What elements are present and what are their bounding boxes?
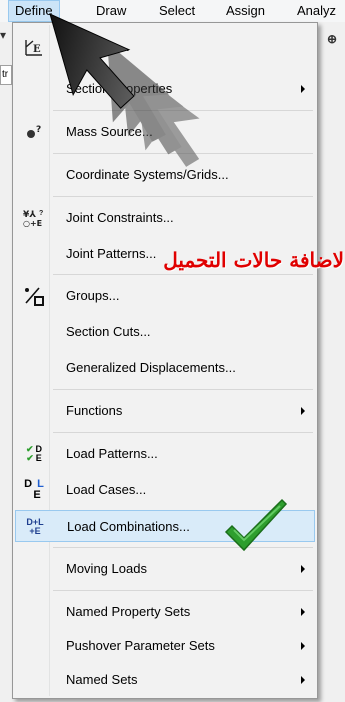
svg-text:E: E — [33, 44, 41, 55]
separator — [53, 389, 313, 390]
menu-item-pushover-parameter-sets[interactable]: Pushover Parameter Sets — [15, 630, 315, 662]
large-cursor-arrow-icon — [49, 13, 200, 167]
background-left-toolbar — [0, 22, 12, 702]
svg-text:?: ? — [39, 210, 43, 217]
menu-item-section-cuts[interactable]: Section Cuts... — [15, 316, 315, 348]
green-checkmark-icon — [224, 498, 288, 552]
menu-item-generalized-displacements[interactable]: Generalized Displacements... — [15, 352, 315, 384]
submenu-arrow-icon — [301, 642, 305, 650]
svg-text:?: ? — [36, 125, 41, 135]
separator — [53, 590, 313, 591]
background-tab[interactable]: tr — [0, 65, 12, 85]
menu-item-load-patterns[interactable]: ✔ D ✔ E Load Patterns... — [15, 438, 315, 470]
submenu-arrow-icon — [301, 407, 305, 415]
submenu-arrow-icon — [301, 565, 305, 573]
toolbar-arrow-icon[interactable]: ▾ — [0, 28, 6, 42]
separator — [53, 274, 313, 275]
menu-assign[interactable]: Assign — [220, 0, 271, 22]
background-right-toolbar — [318, 22, 345, 702]
separator — [53, 196, 313, 197]
svg-text:○+E: ○+E — [23, 219, 42, 228]
submenu-arrow-icon — [301, 85, 305, 93]
menu-item-functions[interactable]: Functions — [15, 395, 315, 427]
menu-analyze[interactable]: Analyz — [291, 0, 342, 22]
submenu-arrow-icon — [301, 676, 305, 684]
groups-icon — [19, 280, 49, 312]
load-patterns-icon: ✔ D ✔ E — [25, 444, 43, 463]
arabic-annotation-text: لاضافة حالات التحميل — [163, 248, 344, 272]
zoom-icon[interactable]: ⊕ — [327, 32, 337, 46]
joint-constraints-icon: ¥⅄? ○+E — [19, 202, 49, 234]
menu-item-joint-constraints[interactable]: ¥⅄? ○+E Joint Constraints... — [15, 202, 315, 234]
menu-item-groups[interactable]: Groups... — [15, 280, 315, 312]
menu-item-named-sets[interactable]: Named Sets — [15, 664, 315, 696]
submenu-arrow-icon — [301, 608, 305, 616]
menu-item-named-property-sets[interactable]: Named Property Sets — [15, 596, 315, 628]
load-cases-icon: DL E — [24, 478, 44, 501]
menu-item-moving-loads[interactable]: Moving Loads — [15, 553, 315, 585]
separator — [53, 432, 313, 433]
load-combinations-icon: D+L +E — [26, 517, 44, 536]
